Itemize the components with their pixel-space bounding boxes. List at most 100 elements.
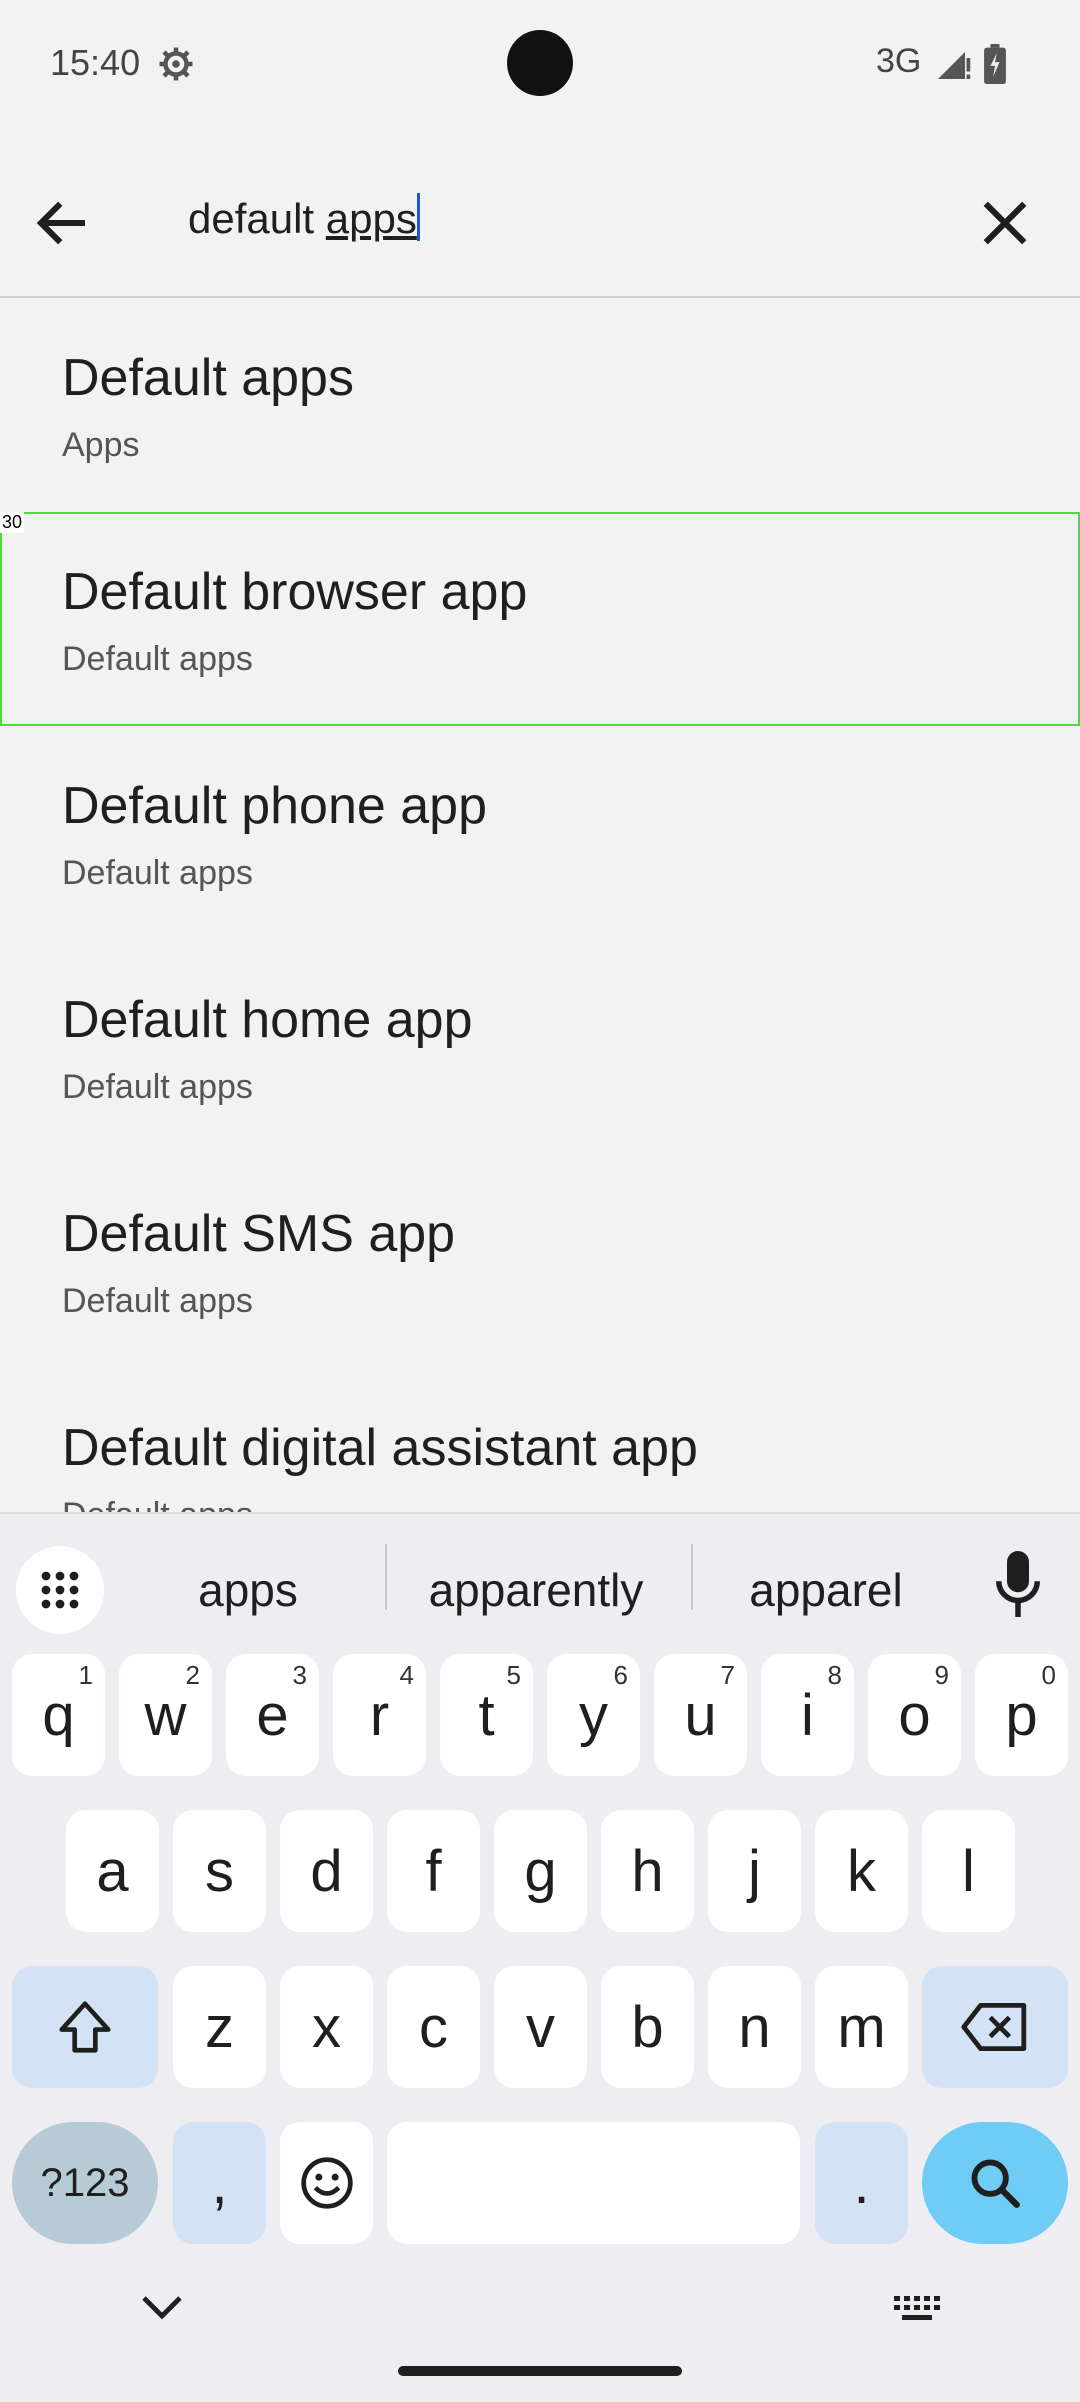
key-g[interactable]: g (494, 1810, 587, 1932)
backspace-icon (961, 2003, 1027, 2051)
result-subtitle: Default apps (62, 854, 253, 892)
result-default-sms-app[interactable]: Default SMS app Default apps (0, 1154, 1080, 1368)
result-default-digital-assistant-app[interactable]: Default digital assistant app Default ap… (0, 1368, 1080, 1512)
space-key[interactable] (387, 2122, 800, 2244)
key-a[interactable]: a (66, 1810, 159, 1932)
key-hint: 0 (1041, 1660, 1056, 1690)
key-hint: 8 (827, 1660, 842, 1690)
result-subtitle: Default apps (62, 1068, 253, 1106)
suggestion-1[interactable]: apps (130, 1550, 366, 1630)
element-marker: 30 (0, 512, 25, 533)
key-hint: 7 (720, 1660, 735, 1690)
symbols-key[interactable]: ?123 (12, 2122, 158, 2244)
key-h[interactable]: h (601, 1810, 694, 1932)
key-q[interactable]: q1 (12, 1654, 105, 1776)
key-n[interactable]: n (708, 1966, 801, 2088)
period-key[interactable]: . (815, 2122, 908, 2244)
key-s[interactable]: s (173, 1810, 266, 1932)
key-hint: 5 (506, 1660, 521, 1690)
key-hint: 2 (185, 1660, 200, 1690)
status-bar: 15:40 3G (0, 0, 1080, 130)
key-hint: 9 (934, 1660, 949, 1690)
key-y[interactable]: y6 (547, 1654, 640, 1776)
key-hint: 1 (78, 1660, 93, 1690)
result-title: Default SMS app (62, 1205, 456, 1263)
search-icon (971, 2159, 1020, 2208)
status-time: 15:40 (50, 42, 141, 83)
key-o[interactable]: o9 (868, 1654, 961, 1776)
search-query-composing: apps (325, 195, 417, 242)
result-subtitle: Default apps (62, 1282, 253, 1320)
key-u[interactable]: u7 (654, 1654, 747, 1776)
key-c[interactable]: c (387, 1966, 480, 2088)
result-subtitle: Default apps (62, 640, 253, 678)
result-title: Default home app (62, 991, 473, 1049)
comma-key[interactable]: , (173, 2122, 266, 2244)
chevron-down-icon[interactable] (140, 2294, 184, 2322)
search-input[interactable]: default apps (188, 186, 420, 252)
result-title: Default browser app (62, 563, 528, 621)
keyboard-switch-icon[interactable] (894, 2296, 940, 2322)
suggestion-2[interactable]: apparently (400, 1550, 672, 1630)
key-label: q (42, 1682, 75, 1748)
result-default-phone-app[interactable]: Default phone app Default apps (0, 726, 1080, 940)
key-l[interactable]: l (922, 1810, 1015, 1932)
key-d[interactable]: d (280, 1810, 373, 1932)
key-x[interactable]: x (280, 1966, 373, 2088)
key-label: u (684, 1682, 717, 1748)
key-z[interactable]: z (173, 1966, 266, 2088)
key-label: p (1005, 1682, 1038, 1748)
key-hint: 4 (399, 1660, 414, 1690)
key-label: o (898, 1682, 931, 1748)
search-results-list: Default apps Apps 30 Default browser app… (0, 298, 1080, 1512)
key-label: t (478, 1682, 495, 1748)
shift-arrow-icon (59, 2001, 111, 2053)
close-icon[interactable] (972, 190, 1038, 256)
back-arrow-icon[interactable] (30, 190, 96, 256)
settings-gear-icon (159, 47, 193, 81)
suggestion-divider (691, 1544, 693, 1610)
key-hint: 3 (292, 1660, 307, 1690)
key-w[interactable]: w2 (119, 1654, 212, 1776)
signal-icon (938, 52, 971, 79)
key-e[interactable]: e3 (226, 1654, 319, 1776)
key-b[interactable]: b (601, 1966, 694, 2088)
on-screen-keyboard: apps apparently apparel q1 w2 e3 r4 t5 y… (0, 1512, 1080, 2402)
camera-cutout (507, 30, 573, 96)
network-type: 3G (876, 42, 922, 80)
search-key[interactable] (922, 2122, 1068, 2244)
key-i[interactable]: i8 (761, 1654, 854, 1776)
result-title: Default digital assistant app (62, 1419, 698, 1477)
result-title: Default apps (62, 349, 354, 407)
key-j[interactable]: j (708, 1810, 801, 1932)
result-default-apps[interactable]: Default apps Apps (0, 298, 1080, 512)
result-subtitle: Apps (62, 426, 140, 464)
result-default-home-app[interactable]: Default home app Default apps (0, 940, 1080, 1154)
keyboard-menu-button[interactable] (16, 1546, 104, 1634)
text-cursor (416, 193, 420, 241)
gesture-home-bar[interactable] (398, 2366, 682, 2376)
emoji-icon (300, 2157, 353, 2209)
keyboard-nav-row (0, 2264, 1080, 2402)
microphone-icon[interactable] (996, 1550, 1040, 1618)
key-t[interactable]: t5 (440, 1654, 533, 1776)
key-label: y (579, 1682, 608, 1748)
search-query-text: default (188, 195, 326, 242)
backspace-key[interactable] (922, 1966, 1068, 2088)
key-p[interactable]: p0 (975, 1654, 1068, 1776)
emoji-key[interactable] (280, 2122, 373, 2244)
key-k[interactable]: k (815, 1810, 908, 1932)
result-default-browser-app[interactable]: 30 Default browser app Default apps (0, 512, 1080, 726)
key-label: r (369, 1682, 390, 1748)
key-f[interactable]: f (387, 1810, 480, 1932)
shift-key[interactable] (12, 1966, 158, 2088)
suggestion-3[interactable]: apparel (706, 1550, 946, 1630)
key-m[interactable]: m (815, 1966, 908, 2088)
battery-icon (984, 44, 1006, 84)
key-label: e (256, 1682, 289, 1748)
key-v[interactable]: v (494, 1966, 587, 2088)
key-r[interactable]: r4 (333, 1654, 426, 1776)
search-bar: default apps (0, 150, 1080, 298)
key-label: w (144, 1682, 187, 1748)
result-title: Default phone app (62, 777, 488, 835)
